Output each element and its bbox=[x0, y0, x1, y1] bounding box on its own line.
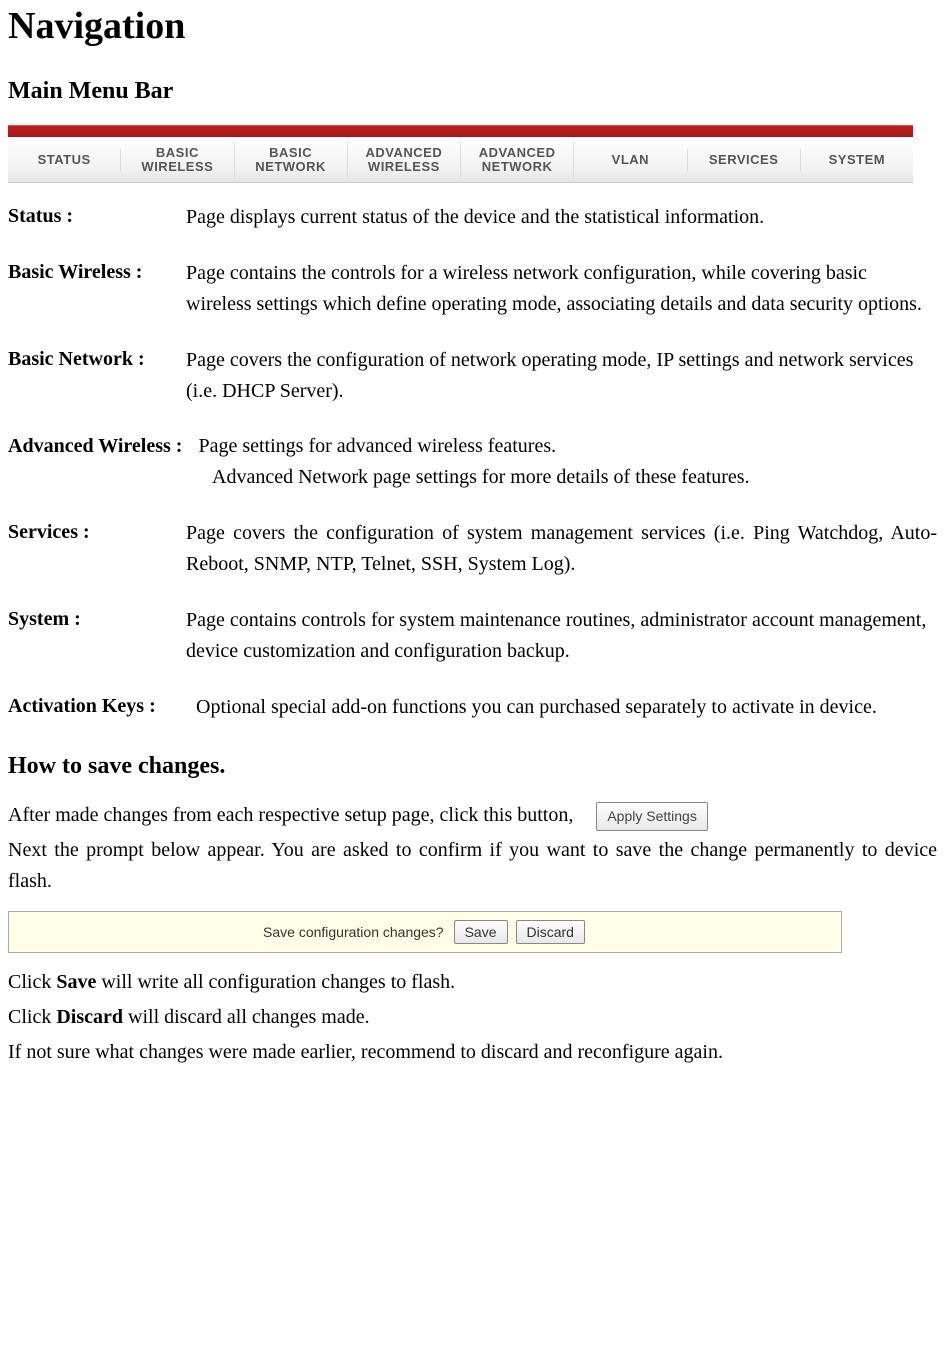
text-basic-wireless: Page contains the controls for a wireles… bbox=[186, 258, 937, 320]
tab-advanced-wireless[interactable]: ADVANCED WIRELESS bbox=[348, 142, 461, 178]
desc-system: System : Page contains controls for syst… bbox=[8, 604, 937, 667]
save-bar-prompt: Save configuration changes? bbox=[263, 924, 444, 940]
label-advanced-wireless: Advanced Wireless : bbox=[8, 431, 182, 462]
section-main-menu-bar: Main Menu Bar bbox=[8, 78, 937, 105]
tab-basic-wireless[interactable]: BASIC WIRELESS bbox=[121, 142, 234, 178]
menubar-screenshot: STATUS BASIC WIRELESS BASIC NETWORK ADVA… bbox=[8, 125, 913, 183]
text-system: Page contains controls for system mainte… bbox=[186, 605, 937, 667]
bold-discard: Discard bbox=[56, 1006, 123, 1028]
para-note: If not sure what changes were made earli… bbox=[8, 1037, 937, 1068]
label-basic-wireless: Basic Wireless : bbox=[8, 261, 142, 283]
desc-activation-keys: Activation Keys : Optional special add-o… bbox=[8, 691, 937, 723]
bold-save: Save bbox=[56, 971, 96, 993]
text-status: Page displays current status of the devi… bbox=[186, 202, 937, 233]
section-how-to-save: How to save changes. bbox=[8, 753, 937, 780]
discard-button[interactable]: Discard bbox=[516, 920, 585, 944]
text-services: Page covers the configuration of system … bbox=[186, 518, 937, 580]
label-system: System : bbox=[8, 608, 81, 630]
desc-advanced-wireless: Advanced Wireless : Page settings for ad… bbox=[8, 431, 937, 493]
save-configuration-bar: Save configuration changes? Save Discard bbox=[8, 911, 842, 953]
page-title: Navigation bbox=[8, 4, 937, 48]
text-basic-network: Page covers the configuration of network… bbox=[186, 345, 937, 407]
tab-status[interactable]: STATUS bbox=[8, 149, 121, 171]
desc-status: Status : Page displays current status of… bbox=[8, 201, 937, 233]
desc-services: Services : Page covers the configuration… bbox=[8, 517, 937, 580]
tab-system[interactable]: SYSTEM bbox=[801, 149, 913, 171]
tab-basic-network[interactable]: BASIC NETWORK bbox=[235, 142, 348, 178]
para-click-save: Click Save will write all configuration … bbox=[8, 967, 937, 998]
tab-advanced-network[interactable]: ADVANCED NETWORK bbox=[461, 142, 574, 178]
label-status: Status : bbox=[8, 205, 73, 227]
text-save-intro: After made changes from each respective … bbox=[8, 804, 573, 826]
para-save-next: Next the prompt below appear. You are as… bbox=[8, 835, 937, 897]
para-save-intro: After made changes from each respective … bbox=[8, 800, 937, 831]
text-advanced-wireless-1: Page settings for advanced wireless feat… bbox=[198, 431, 556, 462]
text-advanced-wireless-2: Advanced Network page settings for more … bbox=[212, 462, 937, 493]
apply-settings-button[interactable]: Apply Settings bbox=[596, 802, 708, 832]
tab-vlan[interactable]: VLAN bbox=[574, 149, 687, 171]
desc-basic-network: Basic Network : Page covers the configur… bbox=[8, 344, 937, 407]
tab-services[interactable]: SERVICES bbox=[688, 149, 801, 171]
label-services: Services : bbox=[8, 521, 90, 543]
text-activation-keys: Optional special add-on functions you ca… bbox=[196, 692, 937, 723]
label-basic-network: Basic Network : bbox=[8, 348, 145, 370]
para-click-discard: Click Discard will discard all changes m… bbox=[8, 1002, 937, 1033]
save-button[interactable]: Save bbox=[454, 920, 508, 944]
desc-basic-wireless: Basic Wireless : Page contains the contr… bbox=[8, 257, 937, 320]
label-activation-keys: Activation Keys : bbox=[8, 695, 156, 717]
